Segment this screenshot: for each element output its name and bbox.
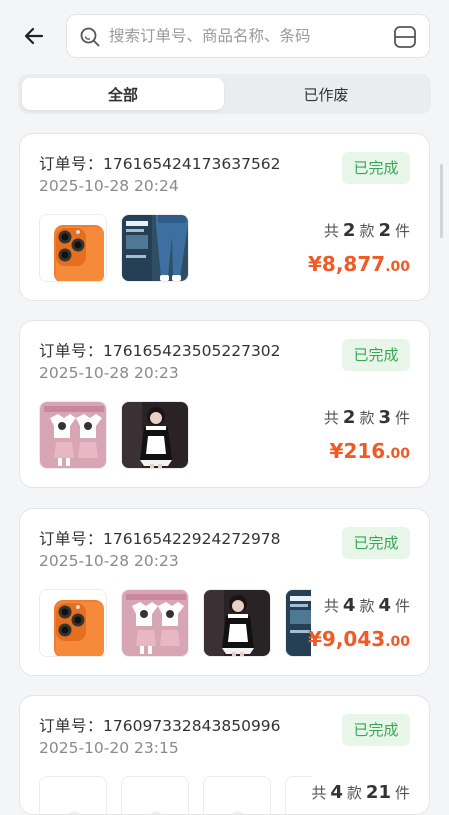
order-number-label: 订单号：	[39, 342, 104, 360]
back-button[interactable]	[18, 20, 50, 52]
item-count: 共2款3件	[324, 407, 410, 428]
tab-all[interactable]: 全部	[22, 78, 224, 110]
order-card[interactable]: 订单号：176097332843850996 2025-10-20 23:15 …	[19, 695, 430, 815]
top-bar	[0, 0, 449, 72]
currency-symbol: ¥	[329, 439, 344, 463]
product-thumbnails	[39, 776, 311, 814]
product-image-pink-set	[121, 589, 189, 657]
order-card[interactable]: 订单号：176165424173637562 2025-10-28 20:24 …	[19, 133, 430, 301]
product-image-placeholder	[121, 776, 189, 814]
item-count: 共2款2件	[324, 220, 410, 241]
items-unit: 件	[394, 597, 410, 615]
order-number-label: 订单号：	[39, 530, 104, 548]
styles-unit: 款	[359, 222, 375, 240]
items-unit: 件	[394, 784, 410, 802]
count-prefix: 共	[311, 784, 327, 802]
search-icon	[80, 27, 100, 47]
order-total: ¥216.00	[330, 439, 410, 463]
styles-unit: 款	[359, 597, 375, 615]
order-time: 2025-10-28 20:23	[39, 364, 179, 382]
items-unit: 件	[394, 409, 410, 427]
currency-symbol: ¥	[308, 627, 322, 651]
order-number: 订单号：176097332843850996	[39, 714, 281, 736]
product-image-pink-set	[39, 401, 107, 469]
product-image-maid-outfit	[121, 401, 189, 469]
tab-voided[interactable]: 已作废	[225, 78, 427, 110]
order-number-label: 订单号：	[39, 717, 104, 735]
price-decimal: .00	[385, 259, 410, 275]
product-image-maid-outfit	[203, 589, 271, 657]
status-badge: 已完成	[342, 527, 410, 559]
product-image-phone	[39, 589, 107, 657]
order-number-label: 订单号：	[39, 155, 104, 173]
order-number: 订单号：176165422924272978	[39, 527, 281, 549]
styles-count: 4	[342, 595, 356, 616]
order-number-value: 176097332843850996	[103, 717, 281, 735]
currency-symbol: ¥	[308, 252, 322, 276]
items-count: 2	[378, 220, 391, 241]
styles-unit: 款	[359, 409, 375, 427]
order-total: ¥9,043.00	[308, 627, 410, 651]
order-total: ¥8,877.00	[308, 252, 410, 276]
status-badge: 已完成	[342, 152, 410, 184]
price-decimal: .00	[385, 446, 410, 462]
price-integer: 9,043	[321, 627, 386, 651]
product-thumbnails	[39, 214, 311, 284]
price-integer: 8,877	[321, 252, 386, 276]
order-number-value: 176165422924272978	[103, 530, 281, 548]
product-image-phone	[39, 214, 107, 282]
order-number: 订单号：176165424173637562	[39, 152, 281, 174]
order-number-value: 176165423505227302	[103, 342, 281, 360]
price-integer: 216	[343, 439, 386, 463]
product-image-placeholder	[39, 776, 107, 814]
product-thumbnails	[39, 589, 311, 659]
product-image-placeholder	[203, 776, 271, 814]
order-number-value: 176165424173637562	[103, 155, 281, 173]
arrow-left-icon	[24, 27, 44, 45]
item-count: 共4款4件	[324, 595, 410, 616]
order-time: 2025-10-28 20:23	[39, 552, 179, 570]
count-prefix: 共	[323, 409, 339, 427]
status-tabs: 全部 已作废	[18, 74, 431, 114]
scrollbar[interactable]	[440, 164, 443, 238]
order-card[interactable]: 订单号：176165422924272978 2025-10-28 20:23 …	[19, 508, 430, 676]
search-box[interactable]	[66, 14, 430, 58]
product-image-placeholder	[285, 776, 311, 814]
scan-icon[interactable]	[393, 25, 417, 49]
product-image-jeans	[121, 214, 189, 282]
search-input[interactable]	[109, 23, 379, 49]
items-count: 4	[378, 595, 391, 616]
order-time: 2025-10-20 23:15	[39, 739, 179, 757]
status-badge: 已完成	[342, 714, 410, 746]
order-time: 2025-10-28 20:24	[39, 177, 179, 195]
styles-count: 2	[342, 220, 356, 241]
items-unit: 件	[394, 222, 410, 240]
order-card[interactable]: 订单号：176165423505227302 2025-10-28 20:23 …	[19, 320, 430, 488]
styles-unit: 款	[346, 784, 362, 802]
product-thumbnails	[39, 401, 311, 471]
price-decimal: .00	[385, 634, 410, 650]
status-badge: 已完成	[342, 339, 410, 371]
count-prefix: 共	[323, 597, 339, 615]
styles-count: 2	[342, 407, 356, 428]
items-count: 3	[378, 407, 391, 428]
count-prefix: 共	[323, 222, 339, 240]
order-number: 订单号：176165423505227302	[39, 339, 281, 361]
